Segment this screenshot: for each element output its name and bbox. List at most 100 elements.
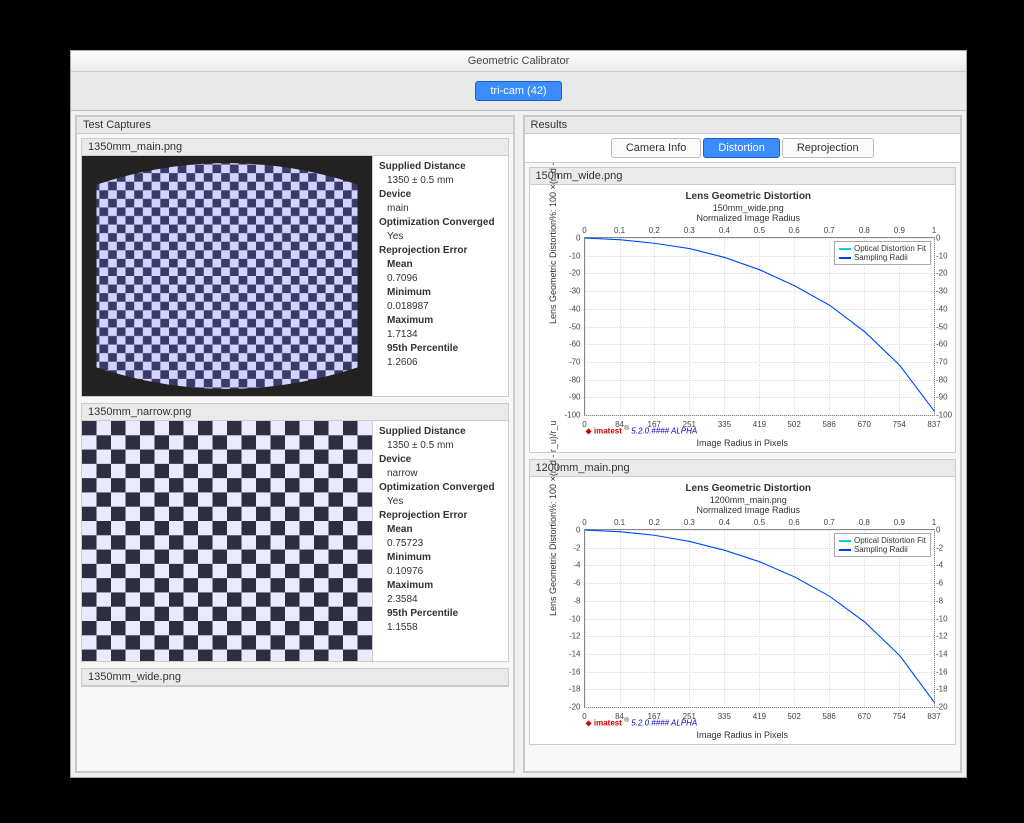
chart-ytick: 0: [936, 526, 956, 535]
label: 95th Percentile: [387, 608, 458, 619]
chart-ytick-left: -2: [557, 543, 581, 552]
label: 95th Percentile: [387, 343, 458, 354]
label: Minimum: [387, 287, 431, 298]
plot-card: 150mm_wide.png Lens Geometric Distortion…: [529, 167, 957, 453]
captures-pane: Test Captures 1350mm_main.png: [75, 115, 515, 773]
chart-ytick-left: -18: [557, 685, 581, 694]
chart-toptick: 0.3: [684, 518, 695, 527]
chart-toptick: 0.7: [824, 226, 835, 235]
distortion-chart: Lens Geometric Distortion1200mm_main.png…: [530, 477, 956, 744]
value: 0.018987: [379, 301, 429, 312]
capture-card: 1350mm_main.png: [81, 138, 509, 397]
legend-label: Optical Distortion Fit: [854, 536, 926, 545]
label: Supplied Distance: [379, 426, 466, 437]
chart-ytick-left: -16: [557, 667, 581, 676]
chart-toptick: 0.9: [894, 518, 905, 527]
chart-xtick: 419: [753, 420, 766, 429]
chart-xtick: 586: [823, 420, 836, 429]
chart-subtitle2: Normalized Image Radius: [552, 505, 946, 515]
chart-xlabel: Image Radius in Pixels: [530, 730, 956, 740]
chart-ytick: -18: [936, 685, 956, 694]
chart-toptick: 0.6: [789, 226, 800, 235]
chart-ytick-left: -4: [557, 561, 581, 570]
label: Supplied Distance: [379, 161, 466, 172]
capture-card: 1350mm_narrow.png: [81, 403, 509, 662]
checkerboard-icon: [82, 421, 372, 661]
chart-subtitle: 1200mm_main.png: [552, 495, 946, 505]
label: Reprojection Error: [379, 510, 467, 521]
capture-filename: 1350mm_wide.png: [82, 669, 508, 686]
chart-brand: ◆ imatest ® 5.2.0.#### ALPHA: [586, 717, 698, 728]
value: 0.10976: [379, 566, 423, 577]
distortion-chart: Lens Geometric Distortion150mm_wide.pngN…: [530, 185, 956, 452]
results-scroll[interactable]: 150mm_wide.png Lens Geometric Distortion…: [525, 163, 961, 771]
tab-reprojection[interactable]: Reprojection: [782, 138, 874, 158]
chart-ytick: -90: [936, 393, 956, 402]
chart-ytick: -100: [936, 411, 956, 420]
window-title: Geometric Calibrator: [468, 55, 569, 67]
window-titlebar[interactable]: Geometric Calibrator: [71, 51, 966, 72]
chart-xtick: 335: [718, 712, 731, 721]
chart-xtick: 837: [927, 712, 940, 721]
plot-card: 1200mm_main.png Lens Geometric Distortio…: [529, 459, 957, 745]
chart-ytick-left: -100: [557, 411, 581, 420]
chart-ytick: -30: [936, 287, 956, 296]
captures-scroll[interactable]: 1350mm_main.png: [77, 134, 513, 771]
value: 0.7096: [379, 273, 418, 284]
toolbar: tri-cam (42): [71, 72, 966, 111]
chart-ytick: -4: [936, 561, 956, 570]
chart-brand: ◆ imatest ® 5.2.0.#### ALPHA: [586, 425, 698, 436]
chart-ytick: -14: [936, 649, 956, 658]
capture-info: Supplied Distance 1350 ± 0.5 mm Device n…: [373, 421, 508, 661]
chart-subtitle: 150mm_wide.png: [552, 203, 946, 213]
chart-ytick-left: -14: [557, 649, 581, 658]
chart-toptick: 0.4: [719, 518, 730, 527]
captures-pane-title: Test Captures: [77, 117, 513, 134]
capture-card: 1350mm_wide.png: [81, 668, 509, 687]
capture-thumbnail[interactable]: [82, 156, 373, 396]
value: 1350 ± 0.5 mm: [379, 175, 454, 186]
chart-toptick: 0.6: [789, 518, 800, 527]
value: narrow: [379, 468, 418, 479]
capture-thumbnail[interactable]: [82, 421, 373, 661]
chart-toptick: 0.5: [754, 226, 765, 235]
label: Device: [379, 189, 411, 200]
plot-filename: 150mm_wide.png: [530, 168, 956, 185]
chart-xtick: 502: [787, 420, 800, 429]
chart-ytick-left: -10: [557, 614, 581, 623]
chart-ytick: -60: [936, 340, 956, 349]
value: 2.3584: [379, 594, 418, 605]
chart-ytick-left: -6: [557, 579, 581, 588]
chart-xtick: 837: [927, 420, 940, 429]
tab-camera-info[interactable]: Camera Info: [611, 138, 702, 158]
tab-distortion[interactable]: Distortion: [703, 138, 779, 158]
label: Device: [379, 454, 411, 465]
chart-xtick: 754: [893, 420, 906, 429]
chart-ytick-left: -90: [557, 393, 581, 402]
value: 0.75723: [379, 538, 423, 549]
chart-toptick: 0.1: [614, 518, 625, 527]
chart-xtick: 419: [753, 712, 766, 721]
chart-toptick: 0.2: [649, 226, 660, 235]
chart-toptick: 0: [582, 226, 586, 235]
legend-label: Optical Distortion Fit: [854, 244, 926, 253]
chart-ytick-left: -20: [557, 703, 581, 712]
legend-label: Sampling Radii: [854, 545, 908, 554]
chart-title: Lens Geometric Distortion: [552, 483, 946, 495]
chart-xtick: 586: [823, 712, 836, 721]
chart-toptick: 0.5: [754, 518, 765, 527]
chart-ytick: -8: [936, 596, 956, 605]
session-pill[interactable]: tri-cam (42): [475, 81, 561, 101]
chart-ytick: -2: [936, 543, 956, 552]
label: Optimization Converged: [379, 482, 495, 493]
chart-title: Lens Geometric Distortion: [552, 191, 946, 203]
chart-toptick: 0.8: [859, 518, 870, 527]
chart-ytick-left: -50: [557, 322, 581, 331]
chart-xtick: 754: [893, 712, 906, 721]
results-pane: Results Camera Info Distortion Reproject…: [523, 115, 963, 773]
label: Mean: [387, 524, 413, 535]
chart-ytick: -20: [936, 703, 956, 712]
label: Maximum: [387, 580, 433, 591]
chart-legend: Optical Distortion FitSampling Radii: [834, 533, 931, 557]
chart-ytick-left: -10: [557, 251, 581, 260]
